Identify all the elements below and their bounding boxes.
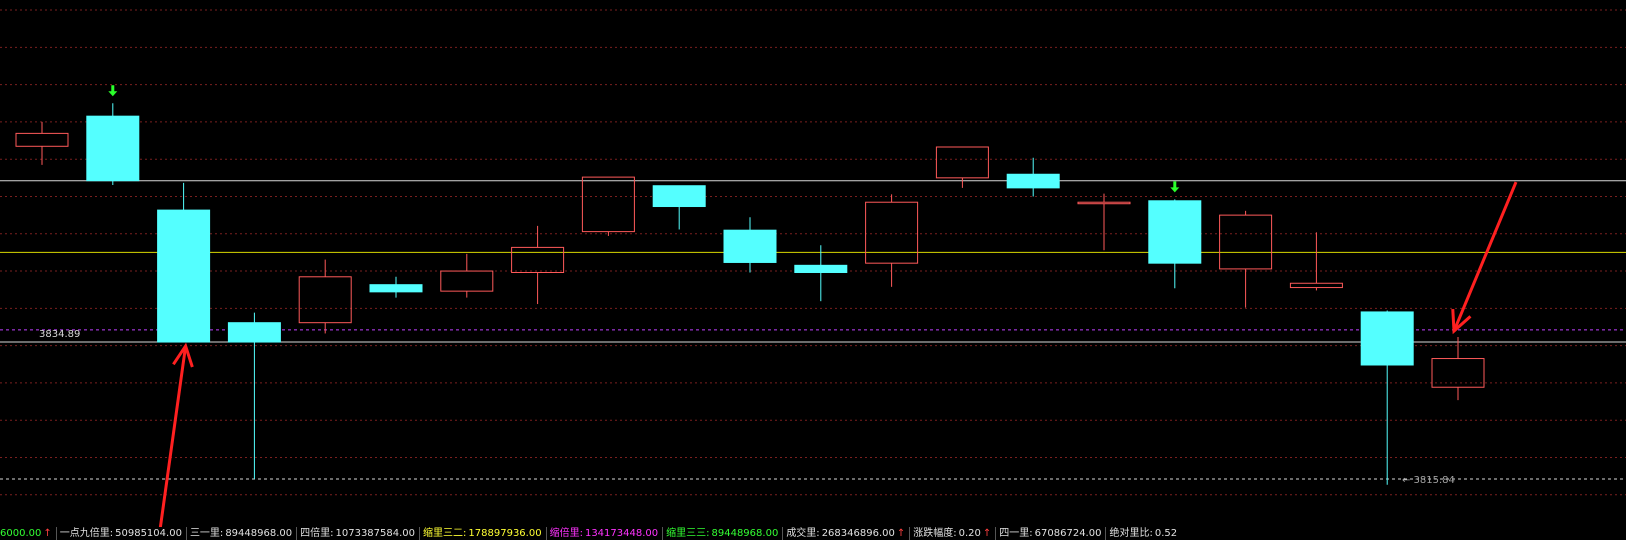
- status-item: 一点九倍里: 50985104.00: [55, 527, 186, 540]
- status-value: 50985104.00: [115, 528, 182, 539]
- status-value: 0.52: [1154, 528, 1178, 539]
- trend-up-arrow-icon: ↑: [982, 528, 992, 539]
- status-label: 一点九倍里:: [59, 528, 114, 539]
- status-value: 67086724.00: [1034, 528, 1102, 539]
- status-value: 178897936.00: [468, 528, 542, 539]
- candle-body: [1077, 201, 1131, 205]
- status-label: 缩倍里:: [549, 528, 583, 539]
- status-bar: 6000.00 ↑ 一点九倍里: 50985104.00 三一里: 89448968.00…: [0, 527, 1626, 540]
- status-item: 四一里: 67086724.00: [995, 527, 1105, 540]
- status-item: 三一里: 89448968.00: [185, 527, 296, 540]
- status-value: 89448968.00: [225, 528, 293, 539]
- signal-down-arrow-icon: [1170, 181, 1180, 193]
- status-item: 四倍里: 1073387584.00: [296, 527, 419, 540]
- status-label: 缩里三三:: [666, 528, 710, 539]
- price-label: 3834.89: [39, 329, 80, 340]
- candle-body: [440, 270, 494, 292]
- status-value: 1073387584.00: [335, 528, 416, 539]
- status-value: 6000.00: [0, 528, 42, 539]
- status-value: 268346896.00: [821, 528, 895, 539]
- trend-up-arrow-icon: ↑: [896, 528, 906, 539]
- status-item: 绝对里比: 0.52: [1105, 527, 1181, 540]
- candle-body: [86, 115, 140, 182]
- candle-body: [723, 229, 777, 263]
- candle-body: [935, 146, 989, 179]
- status-value: 89448968.00: [711, 528, 779, 539]
- price-label: ← 3815.84: [1402, 475, 1455, 486]
- status-label: 绝对里比:: [1109, 528, 1153, 539]
- candle-body: [1360, 311, 1414, 366]
- candle-body: [1148, 200, 1202, 264]
- candle-body: [227, 322, 281, 343]
- trend-up-arrow-icon: ↑: [43, 528, 52, 539]
- candle-body: [581, 176, 635, 233]
- candle-body: [1289, 282, 1343, 289]
- status-label: 缩里三二:: [423, 528, 467, 539]
- annotation-arrow-shaft: [158, 345, 188, 527]
- status-label: 三一里:: [189, 528, 224, 539]
- status-item: 6000.00 ↑: [0, 527, 56, 540]
- candlestick-chart: 3834.89 ← 3815.84: [0, 9, 1626, 527]
- candle-body: [1219, 214, 1273, 270]
- status-item: 涨跌幅度: 0.20 ↑: [909, 527, 995, 540]
- status-label: 涨跌幅度:: [913, 528, 957, 539]
- status-item: 缩里三二: 178897936.00: [419, 527, 546, 540]
- status-label: 四一里:: [999, 528, 1033, 539]
- status-label: 成交里:: [786, 528, 820, 539]
- candle-body: [511, 246, 565, 273]
- candle-body: [369, 284, 423, 293]
- candle-body: [865, 201, 919, 264]
- candle-body: [15, 132, 69, 147]
- status-item: 缩倍里: 134173448.00: [545, 527, 663, 540]
- candle-body: [157, 209, 211, 343]
- status-value: 0.20: [958, 528, 981, 539]
- candle-body: [794, 264, 848, 273]
- status-label: 四倍里:: [300, 528, 334, 539]
- status-item: 成交里: 268346896.00 ↑: [782, 527, 909, 540]
- candle-body: [652, 185, 706, 208]
- candle-body: [298, 276, 352, 324]
- signal-down-arrow-icon: [108, 85, 118, 97]
- candle-body: [1006, 173, 1060, 189]
- status-item: 缩里三三: 89448968.00: [662, 527, 782, 540]
- status-value: 134173448.00: [584, 528, 659, 539]
